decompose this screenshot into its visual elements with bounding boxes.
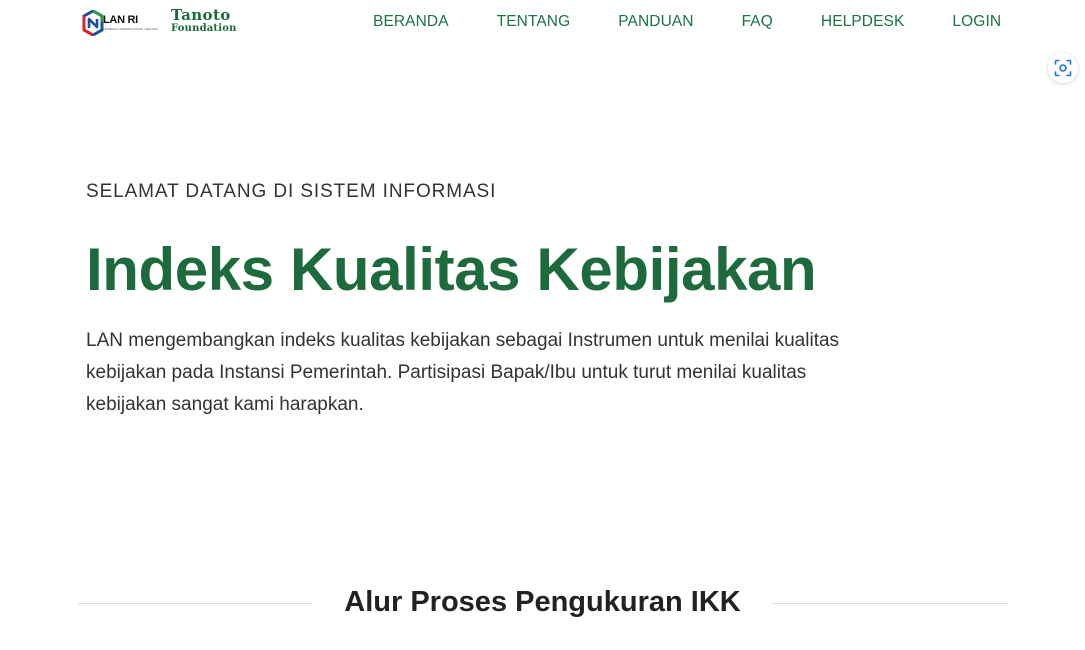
lan-logo-mark-icon <box>82 10 104 36</box>
nav-item-login[interactable]: LOGIN <box>952 13 1001 31</box>
hero-title: Indeks Kualitas Kebijakan <box>86 236 817 303</box>
scan-button[interactable] <box>1048 53 1078 83</box>
process-section-header: Alur Proses Pengukuran IKK <box>78 584 1008 624</box>
tanoto-logo-line1: Tanoto <box>171 6 231 24</box>
hero-description: LAN mengembangkan indeks kualitas kebija… <box>86 330 840 415</box>
nav-item-panduan[interactable]: PANDUAN <box>618 13 693 31</box>
lan-ri-logo[interactable]: LAN RI LEMBAGA ADMINISTRASI NEGARA <box>82 10 158 36</box>
tanoto-logo-line2: Foundation <box>171 23 237 34</box>
nav-item-faq[interactable]: FAQ <box>742 13 773 31</box>
nav-item-beranda[interactable]: BERANDA <box>373 13 449 31</box>
nav-item-tentang[interactable]: TENTANG <box>497 13 571 31</box>
divider-left <box>78 603 312 604</box>
lan-logo-text: LAN RI <box>103 14 138 26</box>
section-title: Alur Proses Pengukuran IKK <box>344 586 741 618</box>
lan-logo-subtext: LEMBAGA ADMINISTRASI NEGARA <box>103 27 159 31</box>
hero-kicker: SELAMAT DATANG DI SISTEM INFORMASI <box>86 181 497 202</box>
scan-icon <box>1054 59 1072 77</box>
nav-item-helpdesk[interactable]: HELPDESK <box>821 13 905 31</box>
page: LAN RI LEMBAGA ADMINISTRASI NEGARA Tanot… <box>0 0 1085 650</box>
tanoto-foundation-logo[interactable]: Tanoto Foundation <box>171 8 241 38</box>
main-nav: BERANDA TENTANG PANDUAN FAQ HELPDESK LOG… <box>373 13 1001 31</box>
divider-right <box>773 603 1008 604</box>
navbar: LAN RI LEMBAGA ADMINISTRASI NEGARA Tanot… <box>0 0 1085 46</box>
